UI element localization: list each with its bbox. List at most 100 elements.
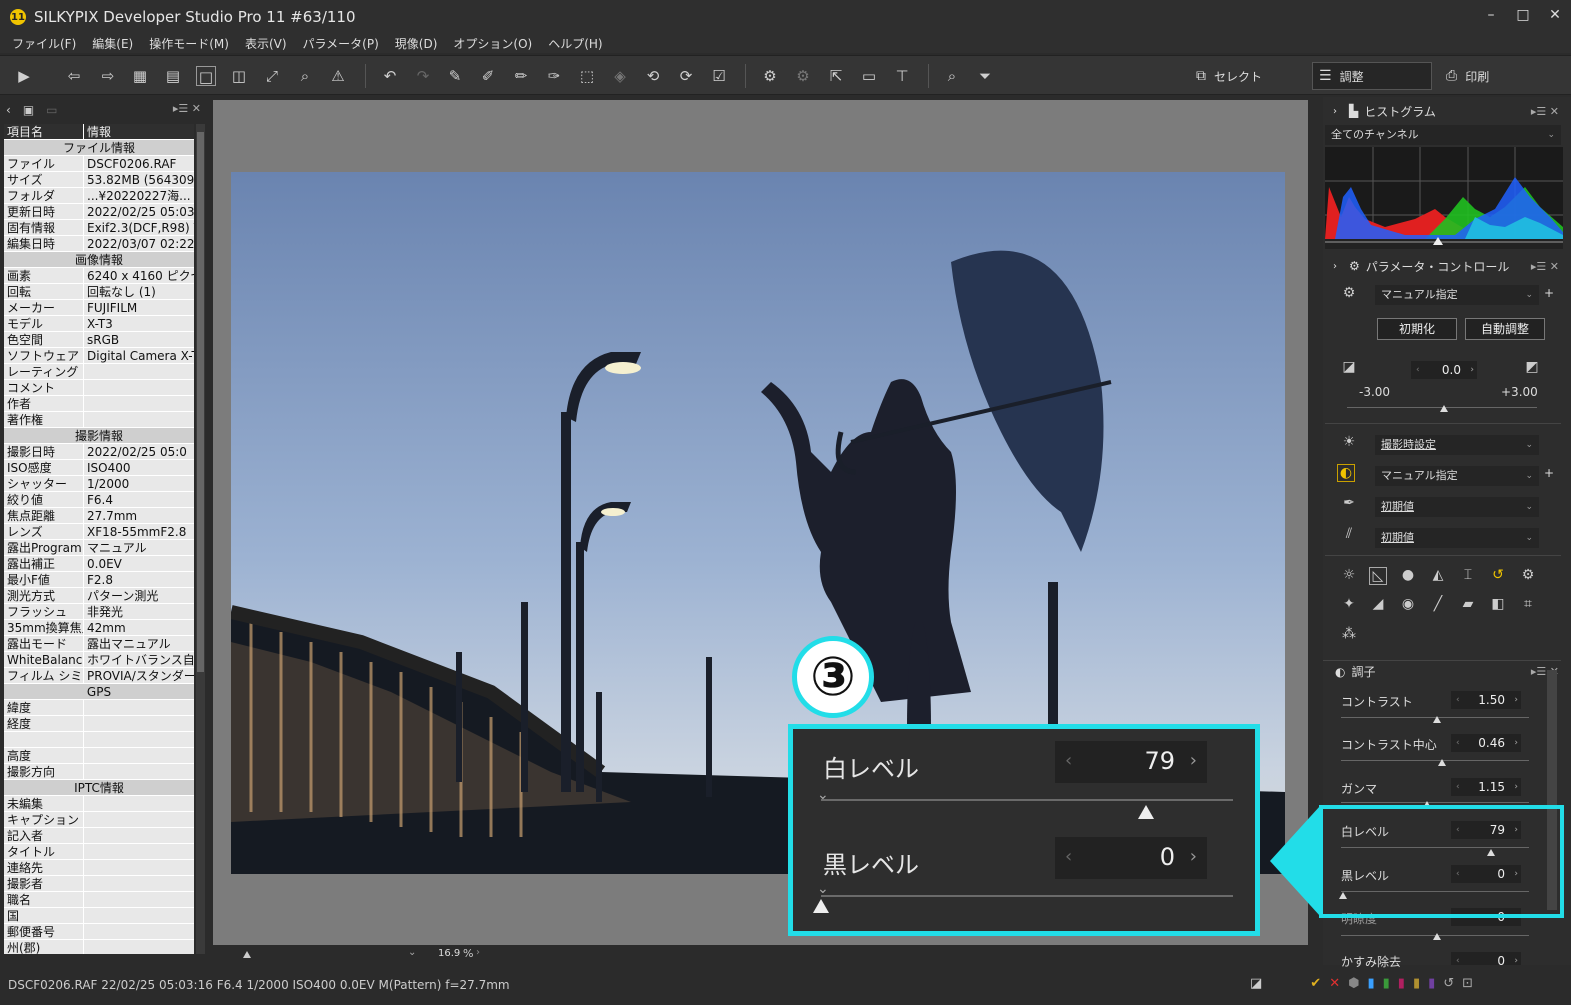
info-row[interactable]: 撮影者 bbox=[4, 876, 194, 892]
expand-icon[interactable]: › bbox=[1333, 261, 1337, 272]
info-row[interactable]: シャッター 1/2000 bbox=[4, 476, 194, 492]
increment-icon[interactable]: › bbox=[1514, 691, 1518, 709]
info-row[interactable]: フォルダ ...¥20220227海... bbox=[4, 188, 194, 204]
scroll-thumb[interactable] bbox=[197, 132, 204, 672]
tone-panel-header[interactable]: ◐ 調子 ▸☰ ✕ bbox=[1323, 660, 1561, 682]
batch-develop-icon[interactable]: ⚙ bbox=[793, 66, 813, 86]
info-row[interactable]: 測光方式 パターン測光 bbox=[4, 588, 194, 604]
collapse-left-icon[interactable]: ‹ bbox=[6, 103, 11, 117]
info-row[interactable]: タイトル bbox=[4, 844, 194, 860]
info-row[interactable]: 郵便番号 bbox=[4, 924, 194, 940]
info-row[interactable]: 職名 bbox=[4, 892, 194, 908]
info-row[interactable]: 未編集 bbox=[4, 796, 194, 812]
contrast-center-stepper[interactable]: ‹ 0.46 › bbox=[1451, 734, 1521, 752]
filter-icon[interactable]: ⏷ bbox=[975, 66, 995, 86]
rotate-left-icon[interactable]: ⟲ bbox=[643, 66, 663, 86]
menu-edit[interactable]: 編集(E) bbox=[92, 35, 133, 52]
zoom-stepper-icon[interactable]: › bbox=[476, 947, 480, 958]
undo-mark-icon[interactable]: ↺ bbox=[1443, 976, 1454, 991]
menu-option[interactable]: オプション(O) bbox=[453, 35, 532, 52]
increment-icon[interactable]: › bbox=[1514, 778, 1518, 796]
color-tag-green-icon[interactable]: ▮ bbox=[1383, 976, 1390, 991]
increment-icon[interactable]: › bbox=[1514, 734, 1518, 752]
list-view-icon[interactable]: ▤ bbox=[163, 66, 183, 86]
info-row[interactable]: 焦点距離 27.7mm bbox=[4, 508, 194, 524]
info-row[interactable]: 絞り値 F6.4 bbox=[4, 492, 194, 508]
zoom-value[interactable]: 16.9 bbox=[438, 948, 460, 959]
info-row[interactable]: フィルム シミュレーPROVIA/スタンダード bbox=[4, 668, 194, 684]
wb-preset-select[interactable]: 撮影時設定 ⌄ bbox=[1375, 435, 1539, 455]
info-row[interactable]: 撮影日時 2022/02/25 05:0 bbox=[4, 444, 194, 460]
open-file-icon[interactable]: ▶ bbox=[14, 66, 34, 86]
prev-image-icon[interactable]: ⇦ bbox=[64, 66, 84, 86]
rotate-right-icon[interactable]: ⟳ bbox=[676, 66, 696, 86]
minimize-button[interactable]: – bbox=[1475, 0, 1507, 30]
redo-icon[interactable]: ↷ bbox=[413, 66, 433, 86]
param-control-header[interactable]: › ⚙ パラメータ・コントロール ▸☰ ✕ bbox=[1323, 255, 1561, 277]
check-mark-icon[interactable]: ✔ bbox=[1310, 976, 1321, 991]
export-icon[interactable]: ⇱ bbox=[826, 66, 846, 86]
histogram-channel-select[interactable]: 全てのチャンネル ⌄ bbox=[1325, 125, 1561, 145]
mode-adjust-button[interactable]: ☰ 調整 bbox=[1312, 62, 1432, 90]
reset-tool-icon[interactable]: ↺ bbox=[1489, 567, 1507, 583]
bandage-tool-icon[interactable]: ▰ bbox=[1459, 596, 1477, 612]
close-button[interactable]: ✕ bbox=[1539, 0, 1571, 30]
info-row[interactable]: コメント bbox=[4, 380, 194, 396]
info-row[interactable]: モデル X-T3 bbox=[4, 316, 194, 332]
info-row[interactable]: 画素6240 x 4160 ピクセル bbox=[4, 268, 194, 284]
info-row[interactable]: 露出Program マニュアル bbox=[4, 540, 194, 556]
info-row[interactable]: サイズ 53.82MB (5643091 bbox=[4, 172, 194, 188]
brightness-tool-icon[interactable]: ☼ bbox=[1340, 567, 1358, 583]
exposure-slider-thumb[interactable] bbox=[1440, 405, 1448, 412]
multi-tool-icon[interactable]: ⁂ bbox=[1340, 626, 1358, 642]
stamp-tool-icon[interactable]: ◧ bbox=[1489, 596, 1507, 612]
auto-exposure-icon[interactable]: ◩ bbox=[1523, 359, 1541, 375]
display-icon[interactable]: ◪ bbox=[1250, 976, 1262, 991]
range-tool-icon[interactable]: ⌶ bbox=[1459, 567, 1477, 583]
info-row[interactable]: メーカー FUJIFILM bbox=[4, 300, 194, 316]
next-image-icon[interactable]: ⇨ bbox=[98, 66, 118, 86]
thumbnail-view-icon[interactable]: ▦ bbox=[130, 66, 150, 86]
menu-mode[interactable]: 操作モード(M) bbox=[149, 35, 229, 52]
color-tag-blue-icon[interactable]: ▮ bbox=[1367, 976, 1374, 991]
info-row[interactable]: 更新日時 2022/02/25 05:03: bbox=[4, 204, 194, 220]
pan-slider-thumb[interactable] bbox=[243, 951, 251, 958]
menu-file[interactable]: ファイル(F) bbox=[12, 35, 76, 52]
info-row[interactable]: 最小F値 F2.8 bbox=[4, 572, 194, 588]
increment-icon[interactable]: › bbox=[1470, 361, 1474, 379]
exposure-stepper[interactable]: ‹ 0.0 › bbox=[1411, 361, 1477, 379]
tool-icon[interactable]: ⊤ bbox=[892, 66, 912, 86]
gamma-slider-track[interactable] bbox=[1341, 802, 1529, 803]
info-row[interactable]: 固有情報 Exif2.3(DCF,R98) Y bbox=[4, 220, 194, 236]
fill-tool-icon[interactable]: ◭ bbox=[1429, 567, 1447, 583]
develop-icon[interactable]: ⚙ bbox=[760, 66, 780, 86]
settings-tool-icon[interactable]: ⚙ bbox=[1519, 567, 1537, 583]
info-row[interactable] bbox=[4, 732, 194, 748]
color-tag-purple-icon[interactable]: ▮ bbox=[1428, 976, 1435, 991]
info-row[interactable]: 露出モード 露出マニュアル bbox=[4, 636, 194, 652]
color-tool-icon[interactable]: ● bbox=[1399, 567, 1417, 583]
crop-tool-icon[interactable]: ⌗ bbox=[1519, 596, 1537, 612]
increment-icon[interactable]: › bbox=[1514, 952, 1518, 965]
brush-icon[interactable]: ✏ bbox=[511, 66, 531, 86]
single-view-icon[interactable]: □ bbox=[196, 66, 216, 86]
checkbox-icon[interactable]: ☑ bbox=[709, 66, 729, 86]
info-row[interactable]: 露出補正 0.0EV bbox=[4, 556, 194, 572]
folder-tab-icon[interactable]: ▭ bbox=[46, 103, 57, 117]
reset-button[interactable]: 初期化 bbox=[1377, 318, 1457, 340]
info-row[interactable]: 35mm換算焦点42mm bbox=[4, 620, 194, 636]
reject-mark-icon[interactable]: ✕ bbox=[1329, 976, 1340, 991]
menu-develop[interactable]: 現像(D) bbox=[395, 35, 438, 52]
info-row[interactable]: 記入者 bbox=[4, 828, 194, 844]
info-row[interactable]: 作者 bbox=[4, 396, 194, 412]
panel-menu-close-icon[interactable]: ▸☰ ✕ bbox=[173, 102, 201, 115]
menu-parameter[interactable]: パラメータ(P) bbox=[303, 35, 379, 52]
info-row[interactable]: 経度 bbox=[4, 716, 194, 732]
search-icon[interactable]: ⌕ bbox=[942, 66, 962, 86]
gamma-stepper[interactable]: ‹ 1.15 › bbox=[1451, 778, 1521, 796]
noise-preset-select[interactable]: 初期値 ⌄ bbox=[1375, 528, 1539, 548]
warning-icon[interactable]: ⚠ bbox=[328, 66, 348, 86]
lock-icon[interactable]: ⊡ bbox=[1462, 976, 1473, 991]
transform-icon[interactable]: ⬚ bbox=[577, 66, 597, 86]
clarity-slider-thumb[interactable] bbox=[1433, 933, 1441, 940]
